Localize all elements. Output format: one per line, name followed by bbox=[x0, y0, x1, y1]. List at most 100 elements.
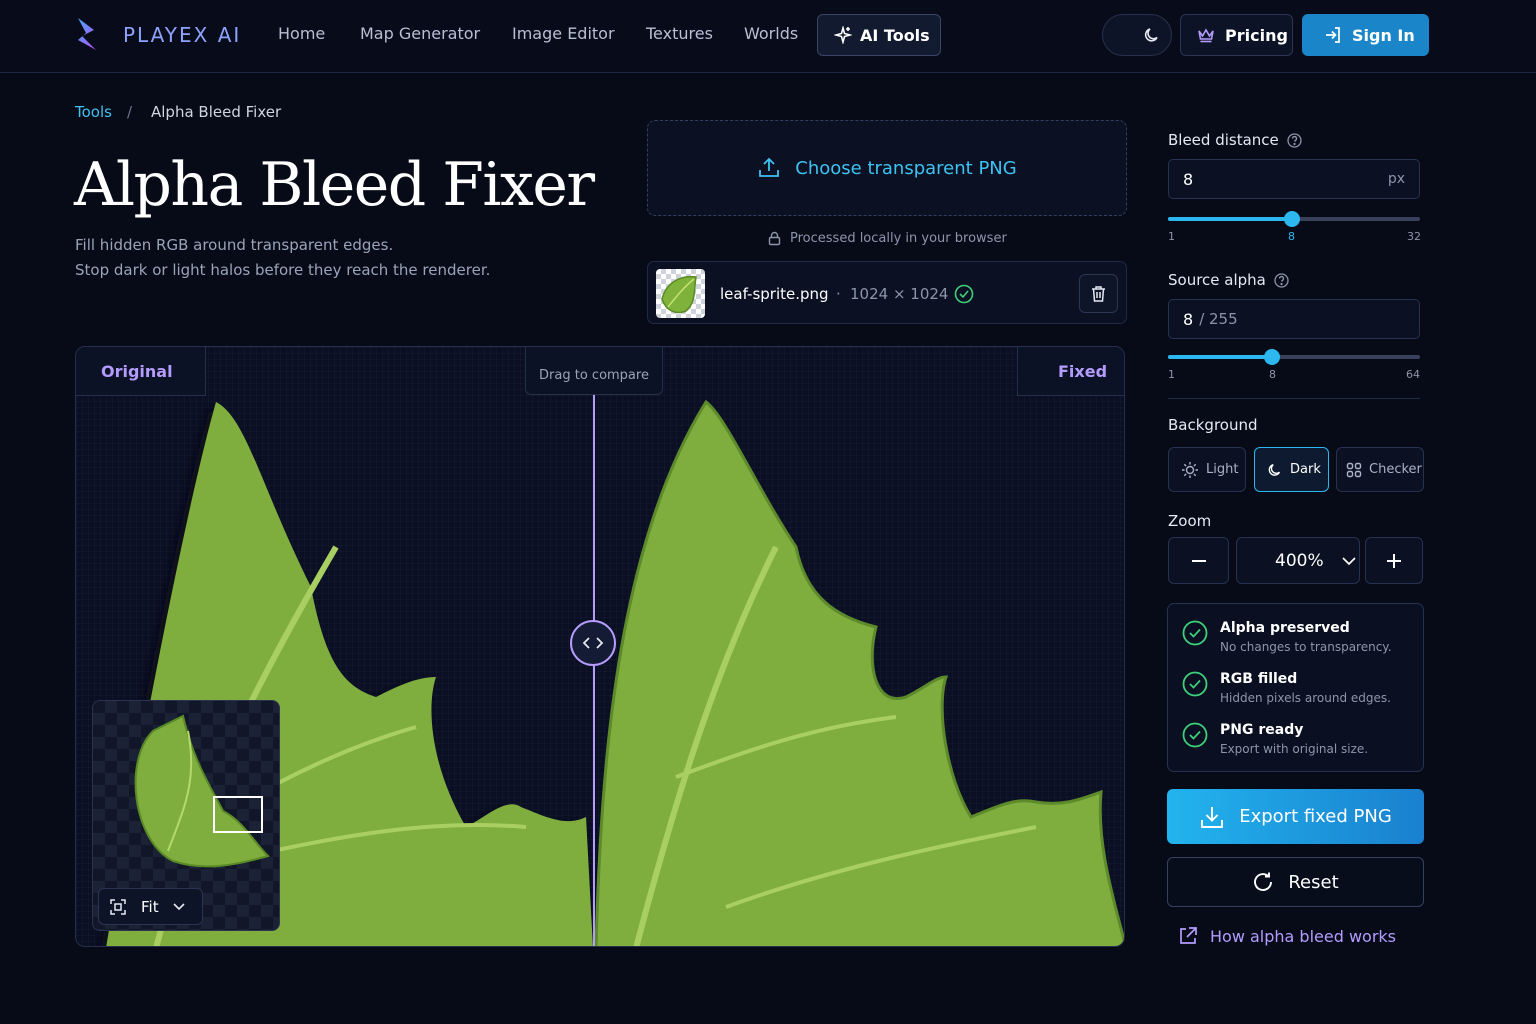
compare-handle[interactable] bbox=[570, 620, 616, 666]
page-subtitle-line-2: Stop dark or light halos before they rea… bbox=[75, 261, 491, 279]
breadcrumb-current: Alpha Bleed Fixer bbox=[151, 103, 282, 121]
background-dark-label: Dark bbox=[1290, 462, 1321, 477]
fit-label: Fit bbox=[141, 897, 159, 916]
bleed-distance-label: Bleed distance bbox=[1168, 131, 1302, 149]
check-circle-icon bbox=[1182, 722, 1208, 756]
upload-icon bbox=[757, 156, 781, 180]
source-alpha-label: Source alpha bbox=[1168, 271, 1289, 289]
drag-to-compare-label: Drag to compare bbox=[525, 347, 663, 395]
crown-icon bbox=[1197, 27, 1215, 43]
bleed-slider-knob[interactable] bbox=[1284, 211, 1300, 227]
sparkle-icon bbox=[834, 26, 852, 44]
refresh-icon bbox=[1252, 871, 1274, 893]
compare-divider[interactable] bbox=[593, 395, 595, 946]
checker-icon bbox=[1346, 462, 1362, 478]
choose-png-label: Choose transparent PNG bbox=[795, 157, 1017, 179]
download-icon bbox=[1199, 804, 1225, 830]
minimap[interactable]: Fit bbox=[92, 700, 280, 931]
zoom-out-button[interactable] bbox=[1168, 537, 1229, 584]
sun-icon bbox=[1181, 461, 1199, 479]
panel-divider bbox=[1168, 398, 1420, 399]
moon-icon bbox=[1143, 26, 1161, 44]
ai-tools-label: AI Tools bbox=[860, 25, 930, 45]
file-dimensions: 1024 × 1024 bbox=[850, 285, 949, 303]
status-desc: Hidden pixels around edges. bbox=[1220, 691, 1391, 705]
status-alpha-preserved: Alpha preserved No changes to transparenc… bbox=[1182, 620, 1392, 654]
page-subtitle-line-1: Fill hidden RGB around transparent edges… bbox=[75, 236, 394, 254]
source-alpha-input[interactable]: 8 / 255 bbox=[1168, 299, 1420, 339]
alpha-min: 1 bbox=[1168, 368, 1175, 381]
help-circle-icon[interactable] bbox=[1287, 132, 1302, 148]
source-alpha-value: 8 bbox=[1183, 309, 1194, 329]
local-note-text: Processed locally in your browser bbox=[790, 231, 1007, 246]
how-alpha-bleed-works-link[interactable]: How alpha bleed works bbox=[1178, 926, 1396, 946]
file-card: leaf-sprite.png · 1024 × 1024 bbox=[647, 261, 1127, 324]
nav-worlds[interactable]: Worlds bbox=[744, 24, 798, 43]
nav-map-generator[interactable]: Map Generator bbox=[360, 24, 480, 43]
export-label: Export fixed PNG bbox=[1239, 806, 1392, 827]
nav-ai-tools-button[interactable]: AI Tools bbox=[817, 14, 941, 56]
chevron-down-icon bbox=[173, 902, 185, 911]
source-alpha-text: Source alpha bbox=[1168, 271, 1266, 289]
file-name: leaf-sprite.png bbox=[720, 285, 829, 303]
plus-icon bbox=[1387, 553, 1401, 568]
alpha-max: 64 bbox=[1406, 368, 1420, 381]
check-circle-icon bbox=[1182, 620, 1208, 654]
top-nav: PLAYEX AI Home Map Generator Image Edito… bbox=[0, 0, 1536, 73]
brand-name[interactable]: PLAYEX AI bbox=[123, 23, 241, 47]
reset-label: Reset bbox=[1288, 871, 1339, 893]
login-icon bbox=[1324, 26, 1342, 44]
pricing-label: Pricing bbox=[1225, 25, 1288, 45]
nav-image-editor[interactable]: Image Editor bbox=[512, 24, 615, 43]
background-checker-button[interactable]: Checker bbox=[1336, 447, 1424, 492]
status-title: PNG ready bbox=[1220, 722, 1304, 738]
check-circle-icon bbox=[954, 284, 974, 304]
background-label: Background bbox=[1168, 416, 1258, 434]
fit-dropdown[interactable]: Fit bbox=[98, 888, 203, 925]
zoom-in-button[interactable] bbox=[1365, 537, 1423, 584]
pricing-button[interactable]: Pricing bbox=[1180, 14, 1293, 56]
bleed-distance-value: 8 bbox=[1183, 169, 1194, 189]
bleed-distance-input[interactable]: 8 px bbox=[1168, 159, 1420, 199]
alpha-slider-fill bbox=[1168, 355, 1272, 359]
compare-viewer[interactable]: Original Fixed Drag to compare Fit bbox=[75, 346, 1125, 947]
source-alpha-slider[interactable] bbox=[1168, 349, 1420, 365]
background-checker-label: Checker bbox=[1369, 462, 1422, 477]
status-desc: Export with original size. bbox=[1220, 742, 1369, 756]
chevrons-left-right-icon bbox=[581, 635, 605, 651]
status-title: Alpha preserved bbox=[1220, 620, 1350, 636]
bleed-min: 1 bbox=[1168, 230, 1175, 243]
check-circle-icon bbox=[1182, 671, 1208, 705]
alpha-slider-knob[interactable] bbox=[1264, 349, 1280, 365]
help-circle-icon[interactable] bbox=[1274, 272, 1289, 288]
bleed-unit: px bbox=[1387, 171, 1405, 187]
background-dark-button[interactable]: Dark bbox=[1254, 447, 1329, 492]
theme-toggle[interactable] bbox=[1102, 14, 1172, 56]
status-desc: No changes to transparency. bbox=[1220, 640, 1392, 654]
logo-icon[interactable] bbox=[74, 16, 100, 52]
status-panel: Alpha preserved No changes to transparenc… bbox=[1167, 603, 1424, 772]
frame-icon bbox=[109, 898, 127, 916]
nav-home[interactable]: Home bbox=[278, 24, 325, 43]
breadcrumb-separator: / bbox=[127, 103, 133, 121]
zoom-label: Zoom bbox=[1168, 512, 1212, 530]
tab-fixed: Fixed bbox=[1017, 347, 1124, 396]
background-light-label: Light bbox=[1206, 462, 1239, 477]
zoom-select[interactable]: 400% bbox=[1236, 537, 1360, 584]
bleed-distance-slider[interactable] bbox=[1168, 211, 1420, 227]
export-png-button[interactable]: Export fixed PNG bbox=[1167, 789, 1424, 844]
nav-textures[interactable]: Textures bbox=[646, 24, 713, 43]
sign-in-button[interactable]: Sign In bbox=[1302, 14, 1429, 56]
background-light-button[interactable]: Light bbox=[1168, 447, 1246, 492]
minus-icon bbox=[1191, 559, 1206, 562]
bleed-slider-fill bbox=[1168, 217, 1292, 221]
breadcrumb-tools-link[interactable]: Tools bbox=[75, 103, 112, 121]
external-link-icon bbox=[1178, 926, 1198, 946]
choose-png-dropzone[interactable]: Choose transparent PNG bbox=[647, 120, 1127, 216]
file-dot: · bbox=[836, 285, 841, 303]
moon-icon bbox=[1267, 462, 1283, 478]
delete-file-button[interactable] bbox=[1079, 274, 1118, 313]
reset-button[interactable]: Reset bbox=[1167, 857, 1424, 907]
chevron-down-icon bbox=[1342, 556, 1356, 565]
lock-icon bbox=[767, 231, 782, 246]
